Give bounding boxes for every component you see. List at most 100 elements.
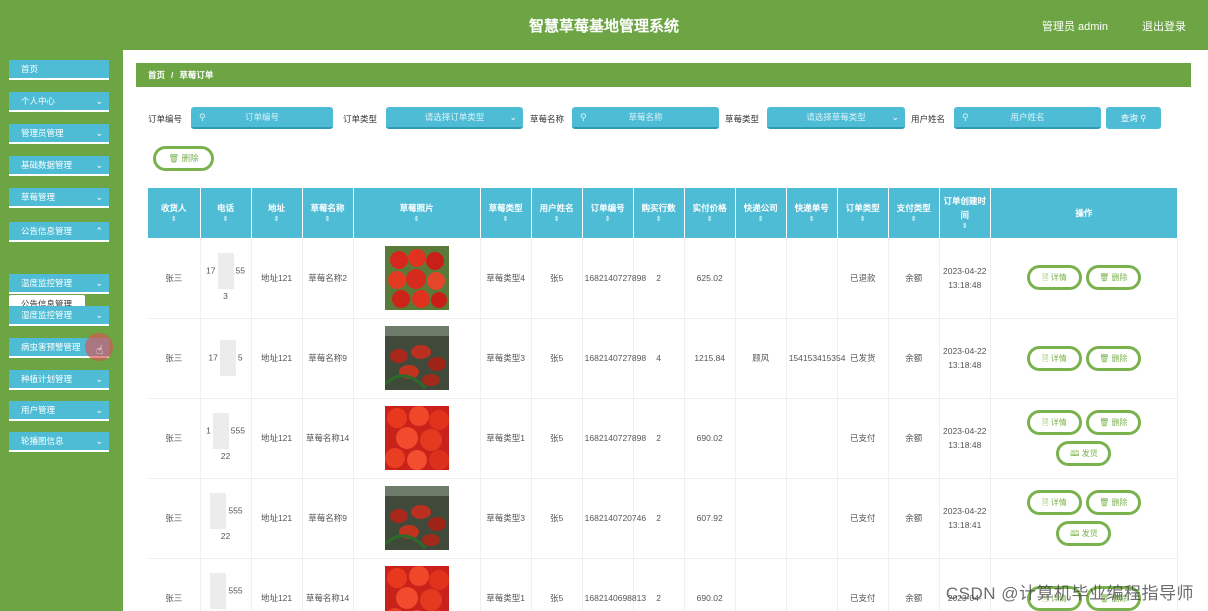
column-header[interactable]: 订单类型 ⇕ bbox=[837, 188, 889, 238]
column-header[interactable]: 草莓名称 ⇕ bbox=[302, 188, 354, 238]
cell-price: 690.02 bbox=[684, 558, 736, 611]
search-icon: ⚲ bbox=[962, 112, 969, 122]
delete-button[interactable]: 🗑 删除 bbox=[1085, 490, 1141, 515]
column-header[interactable]: 购买行数 ⇕ bbox=[633, 188, 685, 238]
table-header-row: 收货人 ⇕ 电话 ⇕ 地址 ⇕ 草莓名称 ⇕ 草莓照片 ⇕ 草莓类型 ⇕ 用户姓名 ⇕ 订单编… bbox=[148, 188, 1178, 238]
cell-photo bbox=[353, 318, 481, 399]
sidebar-item-planting-plan[interactable]: 种植计划管理 ⌄ bbox=[9, 370, 109, 390]
chevron-down-icon: ⌄ bbox=[509, 112, 517, 122]
cell-photo bbox=[353, 238, 481, 319]
input-placeholder: 用户姓名 bbox=[1010, 112, 1045, 122]
berry-name-input[interactable]: ⚲ 草莓名称 bbox=[572, 107, 719, 129]
breadcrumb-home[interactable]: 首页 bbox=[148, 70, 165, 80]
sidebar-item-profile[interactable]: 个人中心 ⌄ bbox=[9, 92, 109, 112]
sort-icon[interactable]: ⇕ bbox=[789, 215, 835, 225]
redaction-blur bbox=[217, 252, 234, 289]
cell-berry-name: 草莓名称14 bbox=[302, 558, 354, 611]
sidebar-item-carousel[interactable]: 轮播图信息 ⌄ bbox=[9, 432, 109, 452]
cell-courier bbox=[735, 238, 787, 319]
cell-user-name: 张5 bbox=[531, 318, 583, 399]
cell-tracking bbox=[786, 398, 838, 479]
strawberry-photo[interactable] bbox=[356, 245, 478, 310]
watermark: CSDN @计算机毕业编程指导师 bbox=[945, 584, 1194, 603]
sidebar-item-humidity[interactable]: 湿度监控管理 ⌄ bbox=[9, 306, 109, 326]
cell-courier bbox=[735, 398, 787, 479]
table-row: 张三 17 55 3 地址121 草莓名称2 草莓类型4 张5 1682140727898 2 62… bbox=[148, 238, 1178, 319]
ship-button[interactable]: 🕮 发货 bbox=[1056, 521, 1112, 546]
detail-button[interactable]: 🗎 详情 bbox=[1026, 345, 1082, 371]
search-button[interactable]: 查询 ⚲ bbox=[1106, 107, 1161, 129]
sort-icon[interactable]: ⇕ bbox=[585, 215, 631, 225]
sort-icon[interactable]: ⇕ bbox=[687, 215, 733, 225]
sort-icon[interactable]: ⇕ bbox=[636, 215, 682, 225]
column-header[interactable]: 订单编号 ⇕ bbox=[582, 188, 634, 238]
detail-button[interactable]: 🗎 详情 bbox=[1026, 410, 1082, 435]
cell-created-time: 2023-04-22 13:18:41 bbox=[939, 478, 991, 559]
action-icon: 🗑 bbox=[1099, 353, 1110, 363]
user-name-input[interactable]: ⚲ 用户姓名 bbox=[954, 107, 1101, 129]
order-no-input[interactable]: ⚲ 订单编号 bbox=[191, 107, 333, 129]
sort-icon[interactable]: ⇕ bbox=[356, 215, 478, 225]
sort-icon[interactable]: ⇕ bbox=[840, 215, 886, 225]
sort-icon[interactable]: ⇕ bbox=[305, 215, 351, 225]
cell-phone: 55522 bbox=[200, 478, 252, 559]
delete-button[interactable]: 🗑 删除 bbox=[1085, 345, 1141, 371]
ship-button[interactable]: 🕮 发货 bbox=[1056, 441, 1112, 466]
delete-button[interactable]: 🗑 删除 bbox=[1085, 410, 1141, 435]
column-header[interactable]: 地址 ⇕ bbox=[251, 188, 303, 238]
cell-courier bbox=[735, 478, 787, 559]
column-header[interactable]: 订单创建时间 ⇕ bbox=[939, 188, 991, 238]
sort-icon[interactable]: ⇕ bbox=[483, 215, 529, 225]
sort-icon[interactable]: ⇕ bbox=[891, 215, 937, 225]
batch-delete-button[interactable]: 🗑 删除 bbox=[153, 146, 214, 171]
detail-button[interactable]: 🗎 详情 bbox=[1026, 265, 1082, 291]
column-header[interactable]: 用户姓名 ⇕ bbox=[531, 188, 583, 238]
sort-icon[interactable]: ⇕ bbox=[254, 215, 300, 225]
sort-icon[interactable]: ⇕ bbox=[738, 215, 784, 225]
select-placeholder: 请选择订单类型 bbox=[424, 112, 485, 122]
sidebar-item-strawberries[interactable]: 草莓管理 ⌄ bbox=[9, 188, 109, 208]
action-icon: 🕮 bbox=[1070, 449, 1080, 458]
top-bar: 智慧草莓基地管理系统 管理员 admin 退出登录 bbox=[0, 0, 1208, 50]
cell-user-name: 张5 bbox=[531, 478, 583, 559]
cell-actions: 🗎 详情 🗑 删除 🕮 发货 bbox=[990, 398, 1178, 479]
cell-receiver: 张三 bbox=[148, 398, 201, 479]
berry-type-select[interactable]: 请选择草莓类型 ⌄ bbox=[767, 107, 905, 129]
sidebar-item-home[interactable]: 首页 bbox=[9, 60, 109, 80]
sidebar-item-base-data[interactable]: 基础数据管理 ⌄ bbox=[9, 156, 109, 176]
logout-link[interactable]: 退出登录 bbox=[1142, 18, 1186, 34]
cell-photo bbox=[353, 398, 481, 479]
column-header[interactable]: 实付价格 ⇕ bbox=[684, 188, 736, 238]
sort-icon[interactable]: ⇕ bbox=[534, 215, 580, 225]
cell-quantity: 2 bbox=[633, 558, 685, 611]
sort-icon[interactable]: ⇕ bbox=[150, 215, 198, 225]
cell-user-name: 张5 bbox=[531, 558, 583, 611]
sidebar-item-label: 轮播图信息 bbox=[21, 436, 64, 446]
sidebar-item-users[interactable]: 用户管理 ⌄ bbox=[9, 401, 109, 421]
column-header[interactable]: 草莓类型 ⇕ bbox=[480, 188, 532, 238]
sidebar-item-temperature[interactable]: 温度监控管理 ⌄ bbox=[9, 274, 109, 294]
cell-created-time: 2023-04-22 13:18:48 bbox=[939, 238, 991, 319]
delete-button[interactable]: 🗑 删除 bbox=[1085, 265, 1141, 291]
strawberry-photo[interactable] bbox=[356, 486, 478, 550]
sidebar-item-label: 首页 bbox=[21, 64, 39, 74]
column-header[interactable]: 收货人 ⇕ bbox=[148, 188, 201, 238]
chevron-down-icon: ⌄ bbox=[95, 374, 103, 384]
redaction-blur bbox=[210, 493, 227, 529]
column-header[interactable]: 电话 ⇕ bbox=[200, 188, 252, 238]
column-header[interactable]: 快递公司 ⇕ bbox=[735, 188, 787, 238]
cell-price: 607.92 bbox=[684, 478, 736, 559]
detail-button[interactable]: 🗎 详情 bbox=[1026, 490, 1082, 515]
orders-table: 收货人 ⇕ 电话 ⇕ 地址 ⇕ 草莓名称 ⇕ 草莓照片 ⇕ 草莓类型 ⇕ 用户姓名 ⇕ 订单编… bbox=[148, 188, 1178, 611]
order-type-select[interactable]: 请选择订单类型 ⌄ bbox=[386, 107, 523, 129]
sidebar-item-admins[interactable]: 管理员管理 ⌄ bbox=[9, 124, 109, 144]
strawberry-photo[interactable] bbox=[356, 566, 478, 611]
sidebar-item-notices[interactable]: 公告信息管理 ⌃ bbox=[9, 222, 109, 242]
column-header[interactable]: 快递单号 ⇕ bbox=[786, 188, 838, 238]
column-header[interactable]: 支付类型 ⇕ bbox=[888, 188, 940, 238]
strawberry-photo[interactable] bbox=[356, 326, 478, 390]
strawberry-photo[interactable] bbox=[356, 406, 478, 470]
sort-icon[interactable]: ⇕ bbox=[942, 222, 988, 232]
sort-icon[interactable]: ⇕ bbox=[203, 215, 249, 225]
column-header[interactable]: 草莓照片 ⇕ bbox=[353, 188, 481, 238]
